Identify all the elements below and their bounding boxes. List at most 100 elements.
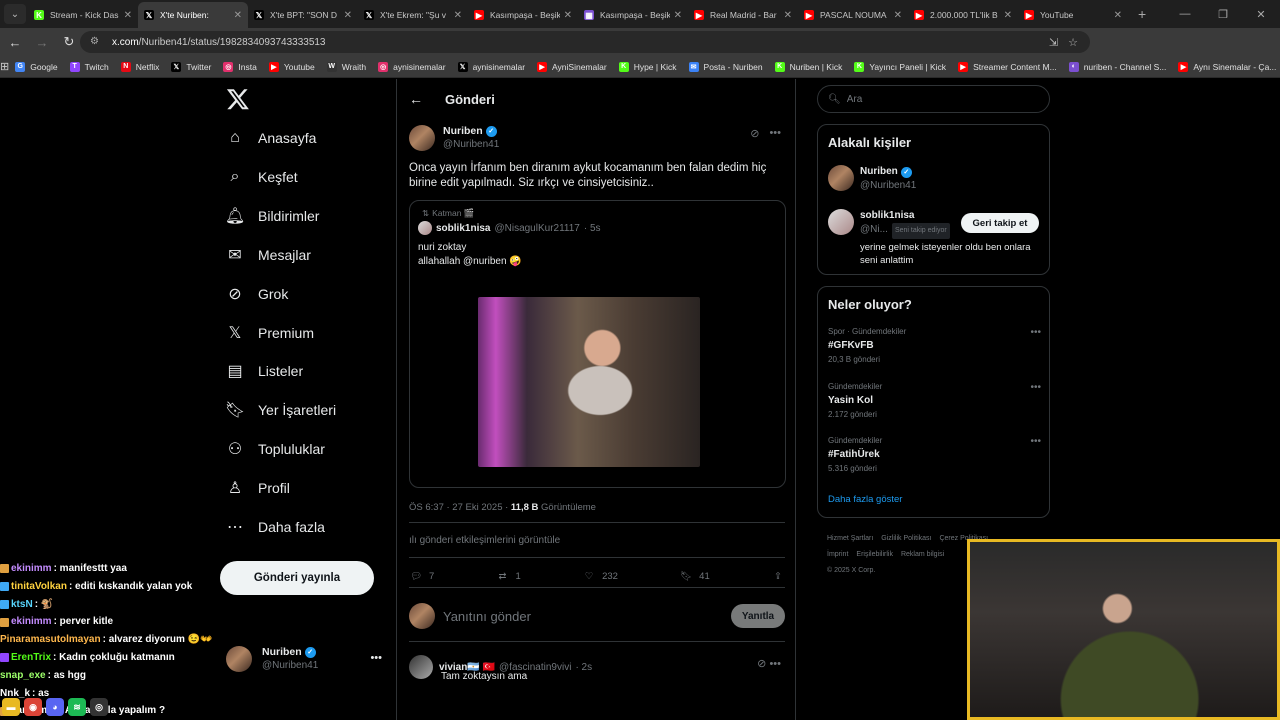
bookmark-item[interactable]: 𝕏aynisinemalar [452,61,531,72]
tab-close-icon[interactable]: ✕ [234,10,242,21]
repost-action[interactable]: ⇄ 1 [496,569,521,583]
sidebar-item-anasayfa[interactable]: ⌂ Anasayfa [226,129,316,147]
trend-item[interactable]: Spor · Gündemdekiler #GFKvFB 20,3 B gönder… [828,327,1041,364]
new-tab-button[interactable]: + [1128,6,1154,28]
share-action[interactable]: ⇪ [771,569,785,583]
sidebar-item-mesajlar[interactable]: ✉ Mesajlar [226,246,311,264]
footer-link[interactable]: Gizlilik Politikası [881,535,931,542]
sidebar-item-grok[interactable]: ⊘ Grok [226,285,288,303]
account-switcher[interactable]: Nuriben ✓ @Nuriben41 ••• [226,642,386,676]
tab-close-icon[interactable]: ✕ [564,10,572,21]
bookmark-item[interactable]: T Twitch [64,61,115,72]
avatar[interactable] [409,125,435,151]
post-button[interactable]: Gönderi yayınla [220,561,374,595]
browser-tab[interactable]: ▶ 2.000.000 TL'lik B ✕ [908,2,1018,28]
quote-video[interactable] [478,297,700,467]
tweet-author-handle[interactable]: @Nuriben41 [443,138,499,151]
browser-tab[interactable]: K Stream - Kick Das ✕ [28,2,138,28]
discord-icon[interactable]: ◕ [46,698,64,716]
bookmark-item[interactable]: ▶ Aynı Sinemalar - Ça... [1172,61,1280,72]
file-explorer-icon[interactable]: ▬ [2,698,20,716]
more-icon[interactable]: ••• [769,127,781,140]
more-icon[interactable]: ⊘ ••• [757,657,781,670]
install-icon[interactable]: ⇲ [1049,36,1058,49]
minimize-button[interactable]: — [1166,0,1204,28]
quoted-tweet[interactable]: ⇅ Katman 🎬 soblik1nisa @NisagulKur21117 ·… [409,200,786,488]
trend-item[interactable]: Gündemdekiler Yasin Kol 2.172 gönderi ••• [828,382,1041,419]
reply-button[interactable]: Yanıtla [731,604,785,628]
bookmark-item[interactable]: ▶ Streamer Content M... [952,61,1063,72]
bookmark-item[interactable]: 𝕏 Twitter [165,61,217,72]
tab-search-button[interactable]: ⌄ [4,4,26,24]
back-arrow-icon[interactable]: ← [409,91,425,107]
site-info-icon[interactable]: ⚙ [90,36,102,48]
browser-tab[interactable]: 𝕏 X'te BPT: "SON D ✕ [248,2,358,28]
more-icon[interactable]: ••• [1030,382,1041,393]
search-input[interactable] [846,93,1037,105]
back-button[interactable]: ← [3,30,27,54]
tab-close-icon[interactable]: ✕ [1004,10,1012,21]
tab-close-icon[interactable]: ✕ [454,10,462,21]
browser-tab[interactable]: ▦ Kasımpaşa - Beşik ✕ [578,2,688,28]
tweet-author-name[interactable]: Nuriben [443,125,483,138]
spotify-icon[interactable]: ≋ [68,698,86,716]
sidebar-item-bildirimler[interactable]: 🔔︎ Bildirimler [225,207,320,225]
bookmark-item[interactable]: ▶ Youtube [263,61,321,72]
analytics-link[interactable]: ılı gönderi etkileşimlerini görüntüle [409,535,560,546]
more-icon[interactable]: ••• [1030,436,1041,447]
follow-back-button[interactable]: Geri takip et [961,213,1039,233]
sidebar-item-premium[interactable]: 𝕏 Premium [226,324,314,342]
bookmark-item[interactable]: ▶ AyniSinemalar [531,61,613,72]
browser-tab[interactable]: 𝕏 X'te Ekrem: "Şu v ✕ [358,2,468,28]
grok-icon[interactable]: ⊘ [750,127,759,140]
related-person[interactable]: soblik1nisa @Ni... Seni takip ediyor [828,209,950,239]
search-box[interactable]: 🔍︎ [817,85,1050,113]
bookmark-action[interactable]: 🔖︎ 41 [679,569,710,583]
tab-close-icon[interactable]: ✕ [784,10,792,21]
sidebar-item-topluluklar[interactable]: ⚇ Topluluklar [226,440,325,458]
tweet-time[interactable]: ÖS 6:37 · 27 Eki 2025 · [409,502,508,513]
obs-icon[interactable]: ◎ [90,698,108,716]
browser-tab[interactable]: 𝕏 X'te Nuriben: ✕ [138,2,248,28]
footer-link[interactable]: Hizmet Şartları [827,535,873,542]
bookmark-item[interactable]: ◐ nuriben - Channel S... [1063,61,1173,72]
sidebar-item-keşfet[interactable]: ⌕ Keşfet [226,168,298,186]
browser-tab[interactable]: ▶ YouTube ✕ [1018,2,1128,28]
address-bar[interactable]: ⚙ x.com/Nuriben41/status/198283409374333… [80,31,1090,53]
reply-tweet[interactable]: vivian🇦🇷 🇹🇷 @fascinatin9vivi · 2s ⊘ ••• … [409,655,785,695]
bookmark-item[interactable]: K Nuriben | Kick [769,61,849,72]
bookmark-item[interactable]: ◎ aynisinemalar [372,61,451,72]
browser-tab[interactable]: ▶ Kasımpaşa - Beşik ✕ [468,2,578,28]
footer-link[interactable]: Erişilebilirlik [856,551,893,558]
more-icon[interactable]: ••• [370,652,382,664]
show-more-link[interactable]: Daha fazla göster [828,494,902,505]
close-window-button[interactable]: ✕ [1242,0,1280,28]
sidebar-item-yer-i-şaretleri[interactable]: 🔖︎ Yer İşaretleri [225,401,336,419]
tab-close-icon[interactable]: ✕ [344,10,352,21]
bookmark-item[interactable]: K Hype | Kick [613,61,683,72]
trend-item[interactable]: Gündemdekiler #FatihÜrek 5.316 gönderi ••• [828,436,1041,473]
bookmark-item[interactable]: W Wraith [321,61,372,72]
chrome-icon[interactable]: ◉ [24,698,42,716]
forward-button[interactable]: → [30,30,54,54]
sidebar-item-listeler[interactable]: ▤ Listeler [226,362,303,380]
tab-close-icon[interactable]: ✕ [1114,10,1122,21]
sidebar-item-daha-fazla[interactable]: ⋯ Daha fazla [226,518,325,536]
footer-link[interactable]: İmprint [827,551,848,558]
restore-button[interactable]: ❐ [1204,0,1242,28]
star-icon[interactable]: ☆ [1068,36,1078,49]
footer-link[interactable]: © 2025 X Corp. [827,567,875,574]
bookmark-item[interactable]: ◎ Insta [217,61,262,72]
bookmark-item[interactable]: ✉ Posta - Nuriben [683,61,769,72]
like-action[interactable]: ♡ 232 [582,569,618,583]
bookmark-item[interactable]: K Yayıncı Paneli | Kick [848,61,952,72]
x-logo-icon[interactable] [226,87,250,111]
related-person[interactable]: Nuriben ✓ @Nuriben41 [828,165,916,193]
sidebar-item-profil[interactable]: ♙ Profil [226,479,290,497]
tab-close-icon[interactable]: ✕ [674,10,682,21]
reply-input[interactable]: Yanıtını gönder [443,609,731,624]
bookmark-item[interactable]: N Netflix [115,61,166,72]
more-icon[interactable]: ••• [1030,327,1041,338]
tab-close-icon[interactable]: ✕ [894,10,902,21]
browser-tab[interactable]: ▶ PASCAL NOUMA ✕ [798,2,908,28]
